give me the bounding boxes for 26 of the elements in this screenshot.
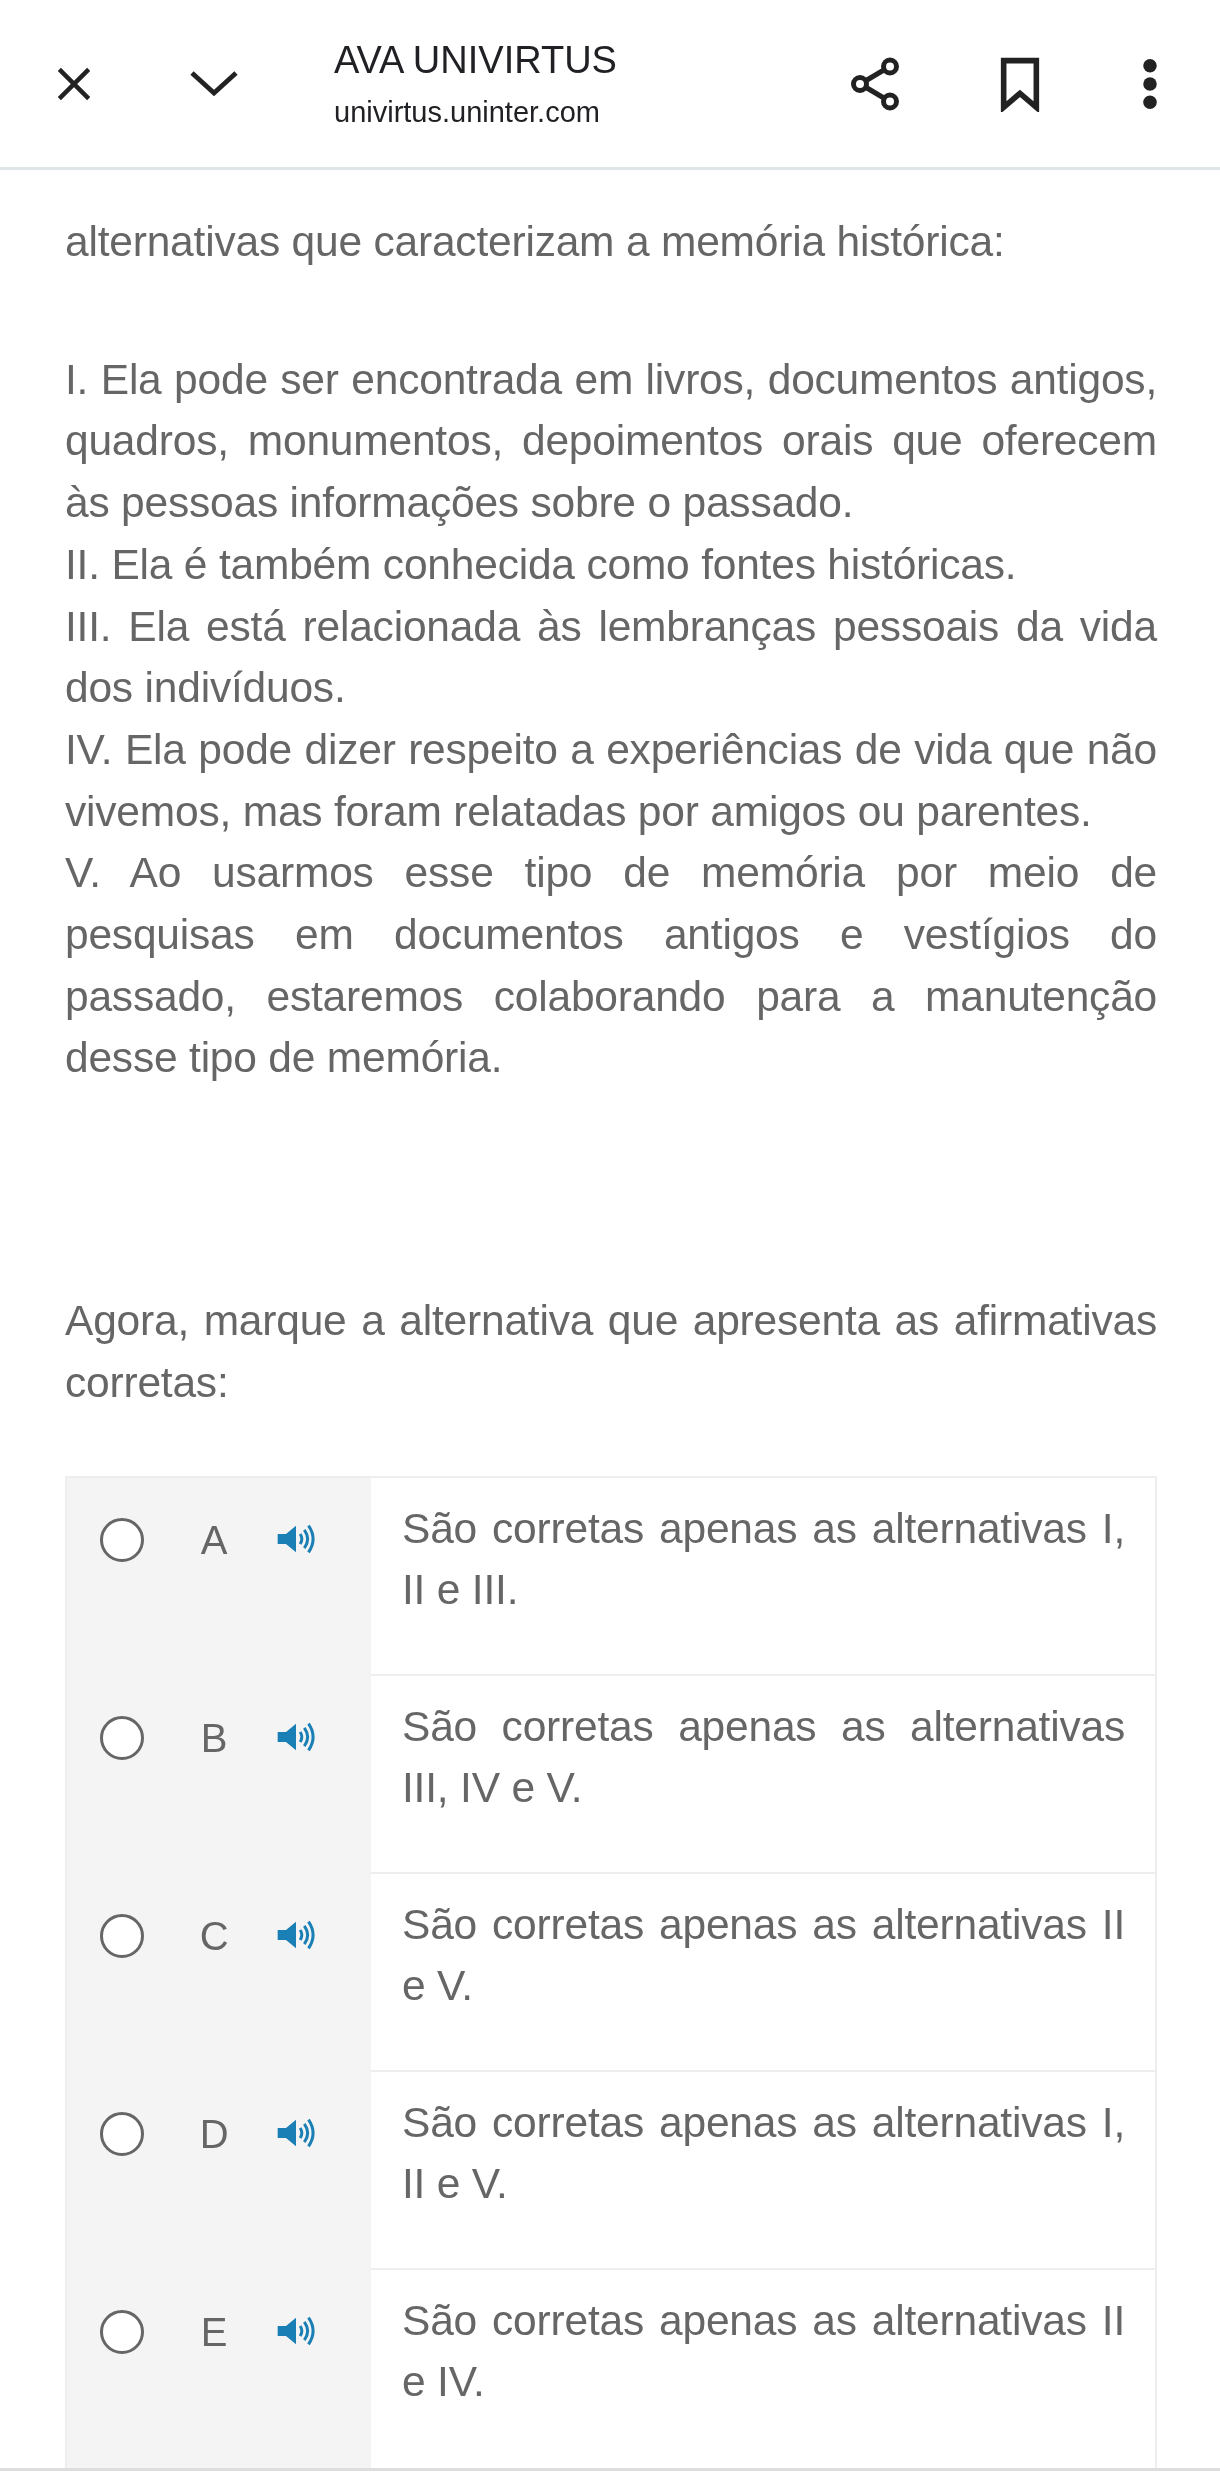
radio-button[interactable] — [100, 1715, 144, 1760]
radio-button[interactable] — [100, 2309, 144, 2354]
option-letter: E — [199, 2309, 229, 2354]
page-url: univirtus.uninter.com — [334, 95, 601, 129]
statement-text: II. Ela é também conhecida como fontes históricas. — [65, 539, 1018, 590]
question-prompt: Agora, marque a alternativa que apresenta as afirmativas corretas: — [65, 1296, 1157, 1408]
statement-text: V. Ao usarmos esse tipo de memória por meio de pesquisas em documentos antigos e vestígios do passado, estaremos colaborando para a manutenção desse tipo de memória. — [65, 848, 1157, 1084]
radio-button[interactable] — [100, 1913, 144, 1958]
radio-button[interactable] — [100, 2111, 144, 2156]
option-text: São corretas apenas as alternativas III, IV e V. — [402, 1701, 1125, 1814]
radio-button[interactable] — [100, 1517, 144, 1562]
option-letter: C — [198, 1913, 230, 1958]
more-icon — [1142, 57, 1158, 110]
statement-text: I. Ela pode ser encontrada em livros, documentos antigos, quadros, monumentos, depoimentos orais que oferecem às pessoas informações sobre o passado. — [65, 354, 1157, 529]
question-intro: alternativas que caracterizam a memória histórica: — [65, 217, 1006, 267]
page-title: AVA UNIVIRTUS — [334, 38, 618, 82]
option-letter: A — [199, 1517, 229, 1562]
option-text: São corretas apenas as alternativas II e IV. — [402, 2295, 1125, 2408]
option-text: São corretas apenas as alternativas II e V. — [402, 1899, 1125, 2012]
option-letter: D — [198, 2111, 230, 2156]
option-text: São corretas apenas as alternativas I, II e V. — [402, 2097, 1125, 2210]
option-letter: B — [199, 1715, 229, 1760]
option-text: São corretas apenas as alternativas I, II e III. — [402, 1503, 1125, 1616]
statement-text: III. Ela está relacionada às lembranças pessoais da vida dos indivíduos. — [65, 601, 1157, 714]
statement-text: IV. Ela pode dizer respeito a experiências de vida que não vivemos, mas foram relatadas por amigos ou parentes. — [65, 724, 1157, 837]
chevron-down-icon — [188, 68, 240, 99]
